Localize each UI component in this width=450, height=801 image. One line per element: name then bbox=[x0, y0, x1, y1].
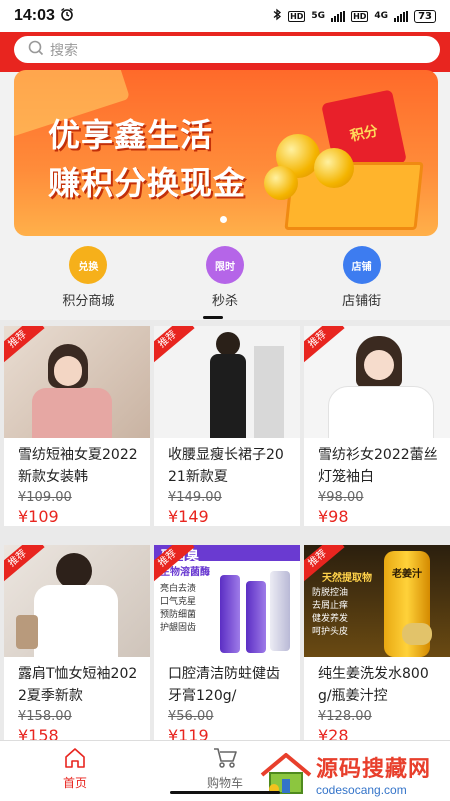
ginger-root bbox=[402, 623, 432, 645]
toothpaste-tube bbox=[270, 571, 290, 651]
recommend-badge: 推荐 bbox=[154, 326, 195, 365]
cart-icon bbox=[212, 747, 238, 772]
watermark-cn: 源码搜藏网 bbox=[316, 757, 432, 782]
home-icon bbox=[63, 747, 87, 772]
feature-line: 护龈固齿 bbox=[160, 623, 197, 633]
quick-entry-row: 兑换 积分商城 限时 秒杀 店铺 店铺街 bbox=[0, 238, 450, 318]
toothpaste-tube bbox=[246, 581, 266, 653]
product-title: 收腰显瘦长裙子2021新款夏 bbox=[168, 447, 284, 485]
coin-icon bbox=[314, 148, 354, 188]
scroll-indicator bbox=[203, 316, 223, 319]
exchange-icon-text: 兑换 bbox=[78, 261, 99, 273]
quick-entry-label: 秒杀 bbox=[211, 294, 238, 309]
product-title: 雪纺短袖女夏2022新款女装韩 bbox=[18, 447, 138, 485]
product-card[interactable]: 推荐 雪纺短袖女夏2022新款女装韩 ¥109.00 ¥109 bbox=[4, 326, 150, 526]
product-grid: 推荐 雪纺短袖女夏2022新款女装韩 ¥109.00 ¥109 推荐 收腰显瘦长… bbox=[0, 320, 450, 745]
toothpaste-features: 亮白去渍 口气克星 预防细菌 护龈固齿 bbox=[160, 583, 196, 635]
signal-icon-2 bbox=[394, 10, 409, 22]
search-icon bbox=[28, 40, 50, 60]
product-title: 口腔清洁防蛀健齿牙膏120g/ bbox=[168, 666, 280, 704]
promo-banner[interactable]: 积分 优享鑫生活 赚积分换现金 bbox=[14, 70, 438, 236]
product-card[interactable]: 推荐 雪纺衫女2022蕾丝灯笼袖白 ¥98.00 ¥98 bbox=[304, 326, 450, 526]
recommend-badge: 推荐 bbox=[4, 545, 45, 584]
exchange-icon: 兑换 bbox=[69, 246, 108, 284]
home-indicator bbox=[170, 791, 280, 794]
quick-entry-points-mall[interactable]: 兑换 积分商城 bbox=[28, 238, 148, 309]
bottle-label: 老姜汁 bbox=[392, 569, 422, 580]
product-image: 推荐 bbox=[4, 326, 150, 438]
status-bar: 14:03 HD 5G HD 4G 73 bbox=[0, 0, 450, 32]
product-title: 雪纺衫女2022蕾丝灯笼袖白 bbox=[318, 447, 438, 485]
feature-line: 呵护头皮 bbox=[312, 627, 349, 637]
tab-label: 首页 bbox=[62, 776, 87, 790]
net1-label: 5G bbox=[311, 11, 326, 21]
product-title: 露肩T恤女短袖2022夏季新款 bbox=[18, 666, 138, 704]
product-image: 天然提取物 防脱控油 去屑止痒 健发养发 呵护头皮 老姜汁 推荐 bbox=[304, 545, 450, 657]
bluetooth-icon bbox=[272, 8, 282, 24]
banner-card-text: 积分 bbox=[348, 123, 380, 145]
product-original-price: ¥149.00 bbox=[168, 490, 222, 505]
tab-home[interactable]: 首页 bbox=[40, 747, 110, 791]
quick-entry-shop-street[interactable]: 店铺 店铺街 bbox=[302, 238, 422, 309]
coin-icon bbox=[264, 166, 298, 200]
product-image: 推荐 bbox=[154, 326, 300, 438]
shop-icon-text: 店铺 bbox=[351, 261, 372, 273]
search-input[interactable]: 搜索 bbox=[14, 36, 440, 63]
product-original-price: ¥56.00 bbox=[168, 709, 214, 724]
quick-entry-flash-sale[interactable]: 限时 秒杀 bbox=[165, 238, 285, 309]
quick-entry-label: 积分商城 bbox=[62, 294, 115, 309]
search-placeholder: 搜索 bbox=[50, 42, 78, 59]
shop-icon: 店铺 bbox=[342, 246, 381, 284]
watermark: 源码搜藏网 codesocang.com bbox=[258, 749, 448, 799]
banner-headline: 优享鑫生活 bbox=[48, 116, 214, 154]
battery-level: 73 bbox=[414, 9, 436, 23]
product-title: 纯生姜洗发水800g/瓶姜汁控 bbox=[318, 666, 429, 704]
feature-line: 去屑止痒 bbox=[312, 601, 349, 611]
product-original-price: ¥98.00 bbox=[318, 490, 364, 505]
feature-line: 亮白去渍 bbox=[160, 584, 197, 594]
feature-line: 预防细菌 bbox=[160, 610, 197, 620]
product-image: 推荐 bbox=[304, 326, 450, 438]
tab-label: 购物车 bbox=[206, 776, 243, 790]
ginger-features: 防脱控油 去屑止痒 健发养发 呵护头皮 bbox=[312, 587, 348, 639]
hd-badge-2: HD bbox=[351, 10, 369, 22]
product-card[interactable]: 推荐 露肩T恤女短袖2022夏季新款 ¥158.00 ¥158 bbox=[4, 545, 150, 745]
quick-entry-label: 店铺街 bbox=[342, 294, 382, 309]
recommend-badge: 推荐 bbox=[304, 326, 345, 365]
product-card[interactable]: 天然提取物 防脱控油 去屑止痒 健发养发 呵护头皮 老姜汁 推荐 纯生姜洗发水8… bbox=[304, 545, 450, 745]
tab-cart[interactable]: 购物车 bbox=[190, 747, 260, 791]
feature-line: 防脱控油 bbox=[312, 588, 349, 598]
product-original-price: ¥128.00 bbox=[318, 709, 372, 724]
product-card[interactable]: 推荐 收腰显瘦长裙子2021新款夏 ¥149.00 ¥149 bbox=[154, 326, 300, 526]
feature-line: 健发养发 bbox=[312, 614, 349, 624]
product-price: ¥109 bbox=[18, 507, 59, 526]
banner-subline: 赚积分换现金 bbox=[48, 164, 247, 202]
product-price: ¥149 bbox=[168, 507, 209, 526]
flash-icon-text: 限时 bbox=[214, 261, 235, 273]
alarm-icon bbox=[60, 7, 74, 25]
banner-page-dot[interactable] bbox=[220, 216, 227, 223]
signal-icon-1 bbox=[331, 10, 346, 22]
flash-sale-icon: 限时 bbox=[205, 246, 244, 284]
product-image: 推荐 bbox=[4, 545, 150, 657]
product-original-price: ¥109.00 bbox=[18, 490, 72, 505]
product-card[interactable]: 牙口臭 生物溶菌酶 亮白去渍 口气克星 预防细菌 护龈固齿 推荐 口腔清洁防蛀健… bbox=[154, 545, 300, 745]
net2-label: 4G bbox=[374, 11, 389, 21]
status-time: 14:03 bbox=[14, 7, 55, 24]
ginger-head: 天然提取物 bbox=[322, 573, 372, 584]
toothpaste-tube bbox=[220, 575, 240, 653]
product-price: ¥98 bbox=[318, 507, 349, 526]
recommend-badge: 推荐 bbox=[4, 326, 45, 365]
product-original-price: ¥158.00 bbox=[18, 709, 72, 724]
watermark-en: codesocang.com bbox=[316, 783, 407, 797]
hd-badge-1: HD bbox=[288, 10, 306, 22]
product-image: 牙口臭 生物溶菌酶 亮白去渍 口气克星 预防细菌 护龈固齿 推荐 bbox=[154, 545, 300, 657]
feature-line: 口气克星 bbox=[160, 597, 197, 607]
